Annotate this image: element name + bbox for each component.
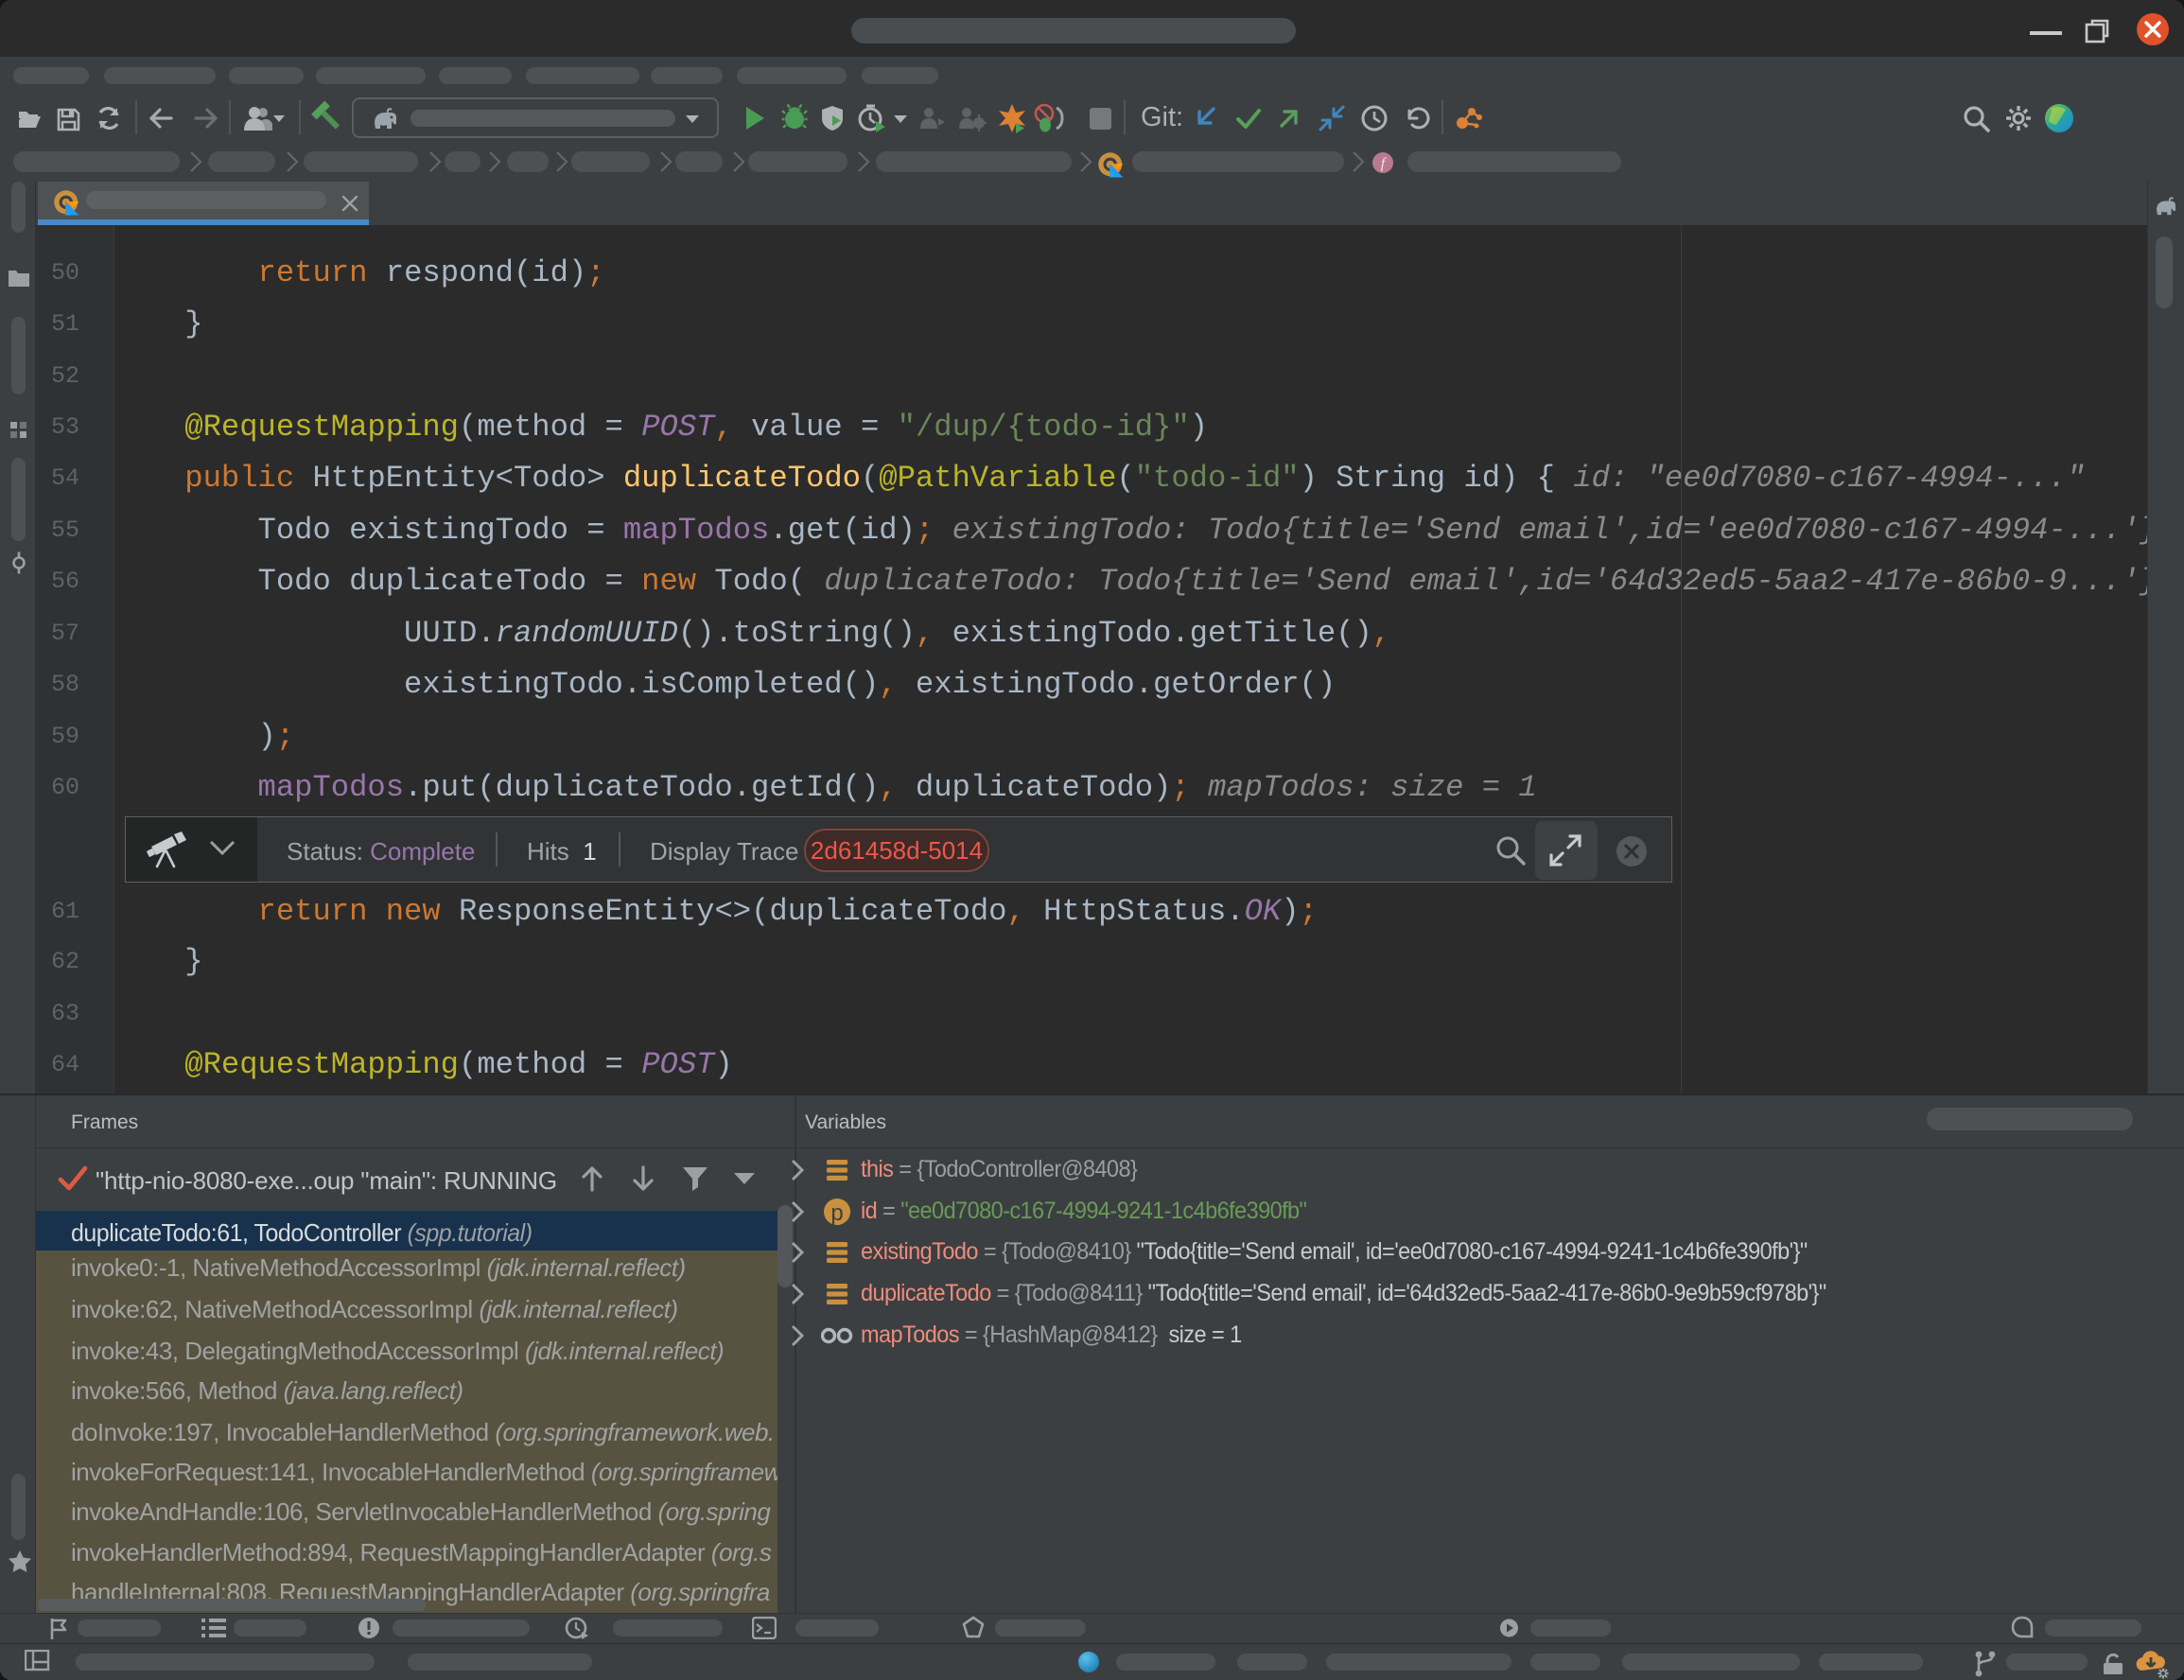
svg-text:p: p xyxy=(830,1200,843,1226)
